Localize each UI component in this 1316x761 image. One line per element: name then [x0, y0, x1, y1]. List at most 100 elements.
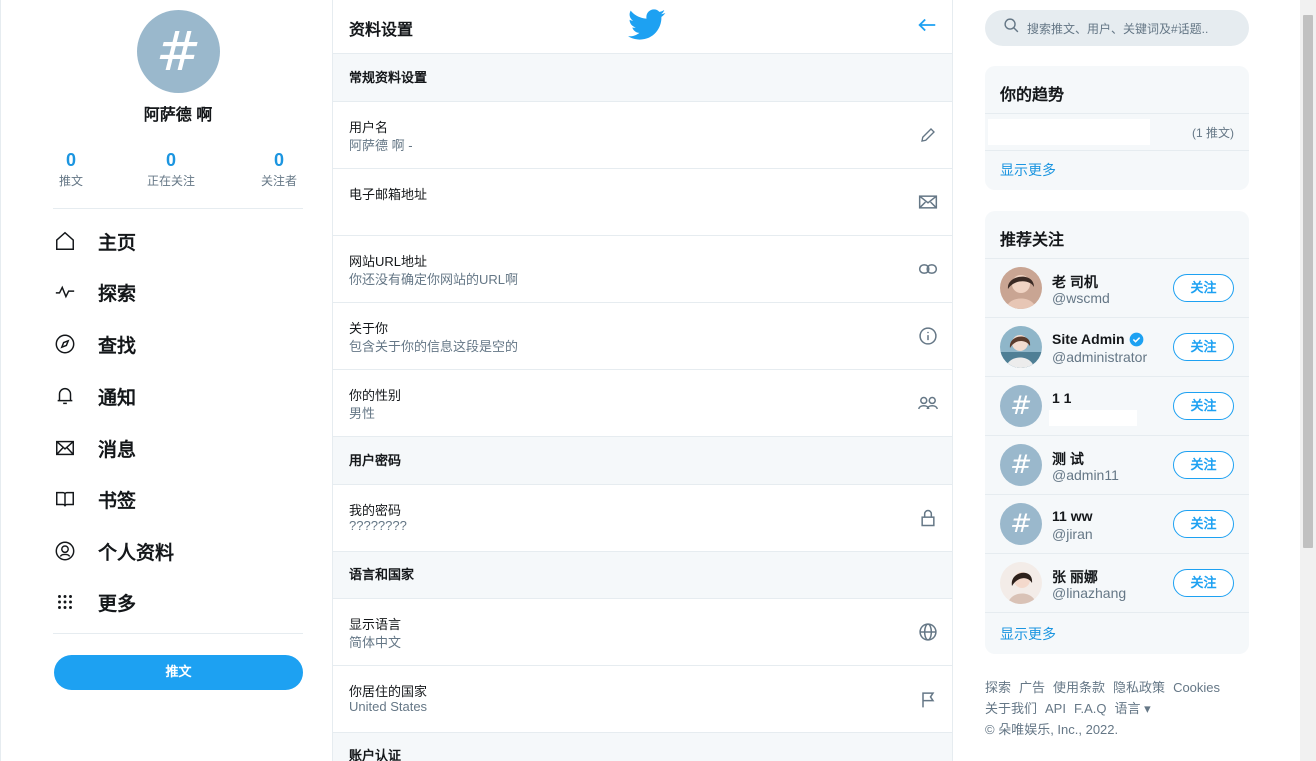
twitter-bird-logo[interactable]: [628, 8, 666, 47]
setting-row-password[interactable]: 我的密码 ????????: [333, 485, 952, 552]
setting-row-email[interactable]: 电子邮箱地址: [333, 169, 952, 236]
stat-following[interactable]: 0 正在关注: [141, 150, 201, 189]
follow-suggestion[interactable]: 张 丽娜 @linazhang 关注: [985, 554, 1249, 613]
follow-name[interactable]: Site Admin: [1052, 331, 1144, 347]
nav-label-bookmarks: 书签: [98, 490, 137, 512]
follow-suggestion[interactable]: # 1 1 关注: [985, 377, 1249, 436]
footer-links-row-2: 关于我们 API F.A.Q 语言 ▾: [985, 698, 1159, 717]
avatar[interactable]: #: [1000, 503, 1042, 545]
follow-button[interactable]: 关注: [1173, 274, 1234, 302]
who-to-follow-show-more[interactable]: 显示更多: [985, 624, 1056, 644]
envelope-icon: [53, 436, 77, 460]
footer-link[interactable]: 隐私政策: [1113, 680, 1165, 695]
nav-item-notifications[interactable]: 通知: [53, 378, 303, 414]
nav-item-messages[interactable]: 消息: [53, 430, 303, 466]
footer-link[interactable]: 关于我们: [985, 701, 1037, 716]
scrollbar-thumb[interactable]: [1303, 15, 1313, 548]
footer-link[interactable]: 探索: [985, 680, 1011, 695]
trend-count: (1 推文): [1191, 126, 1234, 140]
follow-suggestion[interactable]: # 11 ww @jiran 关注: [985, 495, 1249, 554]
setting-value: 阿萨德 啊 -: [349, 138, 413, 153]
avatar[interactable]: [1000, 326, 1042, 368]
trend-item[interactable]: (1 推文): [985, 114, 1249, 151]
setting-label: 你居住的国家: [349, 684, 428, 699]
stat-tweets-label: 推文: [58, 174, 83, 188]
follow-suggestion[interactable]: 老 司机 @wscmd 关注: [985, 259, 1249, 318]
trends-card: 你的趋势 (1 推文) 显示更多: [985, 66, 1249, 190]
footer-link[interactable]: Cookies: [1173, 680, 1220, 695]
follow-handle: @admin11: [1052, 467, 1119, 483]
setting-row-gender[interactable]: 你的性别 男性: [333, 370, 952, 437]
settings-header: 资料设置: [333, 0, 952, 54]
search-placeholder: 搜索推文、用户、关键词及#话题..: [1027, 21, 1209, 36]
follow-button[interactable]: 关注: [1173, 569, 1234, 597]
follow-handle: @administrator: [1052, 349, 1148, 365]
trends-show-more[interactable]: 显示更多: [985, 151, 1249, 180]
follow-button[interactable]: 关注: [1173, 510, 1234, 538]
follow-suggestion[interactable]: Site Admin @administrator 关注: [985, 318, 1249, 377]
profile-avatar[interactable]: #: [137, 10, 220, 93]
stat-following-count: 0: [165, 150, 176, 170]
setting-label: 网站URL地址: [349, 254, 428, 269]
avatar[interactable]: [1000, 267, 1042, 309]
link-icon[interactable]: [917, 258, 939, 280]
envelope-icon[interactable]: [917, 191, 939, 213]
section-verification: 账户认证: [333, 733, 952, 761]
tweet-button[interactable]: 推文: [54, 655, 303, 690]
footer-link[interactable]: F.A.Q: [1074, 701, 1107, 716]
setting-value: 你还没有确定你网站的URL啊: [349, 272, 519, 287]
pencil-icon[interactable]: [917, 124, 939, 146]
follow-button[interactable]: 关注: [1173, 333, 1234, 361]
avatar[interactable]: [1000, 562, 1042, 604]
nav-label-profile: 个人资料: [98, 542, 175, 564]
trend-name: [988, 119, 1150, 145]
setting-label: 我的密码: [349, 503, 402, 518]
setting-value: ????????: [349, 518, 407, 533]
footer-link[interactable]: 使用条款: [1053, 680, 1105, 695]
nav-label-more: 更多: [98, 593, 137, 615]
profile-name[interactable]: 阿萨德 啊: [53, 101, 303, 125]
footer-link[interactable]: API: [1045, 701, 1066, 716]
follow-button[interactable]: 关注: [1173, 451, 1234, 479]
setting-value: 男性: [349, 406, 376, 421]
avatar[interactable]: #: [1000, 385, 1042, 427]
nav-item-profile[interactable]: 个人资料: [53, 533, 303, 569]
nav-item-find[interactable]: 查找: [53, 326, 303, 362]
setting-value: United States: [349, 699, 428, 714]
setting-row-about[interactable]: 关于你 包含关于你的信息这段是空的: [333, 303, 952, 370]
nav-item-explore[interactable]: 探索: [53, 274, 303, 310]
copyright: © 朵唯娱乐, Inc., 2022.: [985, 722, 1119, 737]
users-icon[interactable]: [917, 392, 939, 414]
follow-name[interactable]: 1 1: [1052, 390, 1071, 406]
follow-handle: [1049, 410, 1137, 426]
setting-row-username[interactable]: 用户名 阿萨德 啊 -: [333, 102, 952, 169]
nav-label-find: 查找: [98, 335, 137, 357]
nav-item-home[interactable]: 主页: [53, 223, 303, 259]
stat-tweets[interactable]: 0 推文: [53, 150, 89, 189]
lock-icon[interactable]: [917, 507, 939, 529]
bell-icon: [53, 384, 77, 408]
follow-name[interactable]: 老 司机: [1052, 272, 1098, 292]
follow-name[interactable]: 张 丽娜: [1052, 567, 1098, 587]
follow-name[interactable]: 11 ww: [1052, 508, 1092, 524]
flag-icon[interactable]: [917, 688, 939, 710]
info-icon[interactable]: [917, 325, 939, 347]
avatar[interactable]: #: [1000, 444, 1042, 486]
section-general: 常规资料设置: [333, 54, 952, 102]
nav-item-more[interactable]: 更多: [53, 584, 303, 620]
follow-name[interactable]: 测 试: [1052, 449, 1084, 469]
globe-icon[interactable]: [917, 621, 939, 643]
setting-row-country[interactable]: 你居住的国家 United States: [333, 666, 952, 733]
stat-following-label: 正在关注: [146, 174, 195, 188]
language-dropdown[interactable]: 语言 ▾: [1115, 701, 1151, 716]
follow-suggestion[interactable]: # 测 试 @admin11 关注: [985, 436, 1249, 495]
setting-row-website[interactable]: 网站URL地址 你还没有确定你网站的URL啊: [333, 236, 952, 303]
follow-button[interactable]: 关注: [1173, 392, 1234, 420]
search-input[interactable]: 搜索推文、用户、关键词及#话题..: [985, 10, 1249, 46]
back-arrow-icon[interactable]: [916, 14, 938, 41]
app: # 阿萨德 啊 0 推文 0 正在关注 0 关注者 主页 探索 查找 通知 消息…: [0, 0, 1316, 761]
footer-link[interactable]: 广告: [1019, 680, 1045, 695]
stat-followers[interactable]: 0 关注者: [257, 150, 301, 189]
setting-row-display-language[interactable]: 显示语言 简体中文: [333, 599, 952, 666]
nav-item-bookmarks[interactable]: 书签: [53, 481, 303, 517]
